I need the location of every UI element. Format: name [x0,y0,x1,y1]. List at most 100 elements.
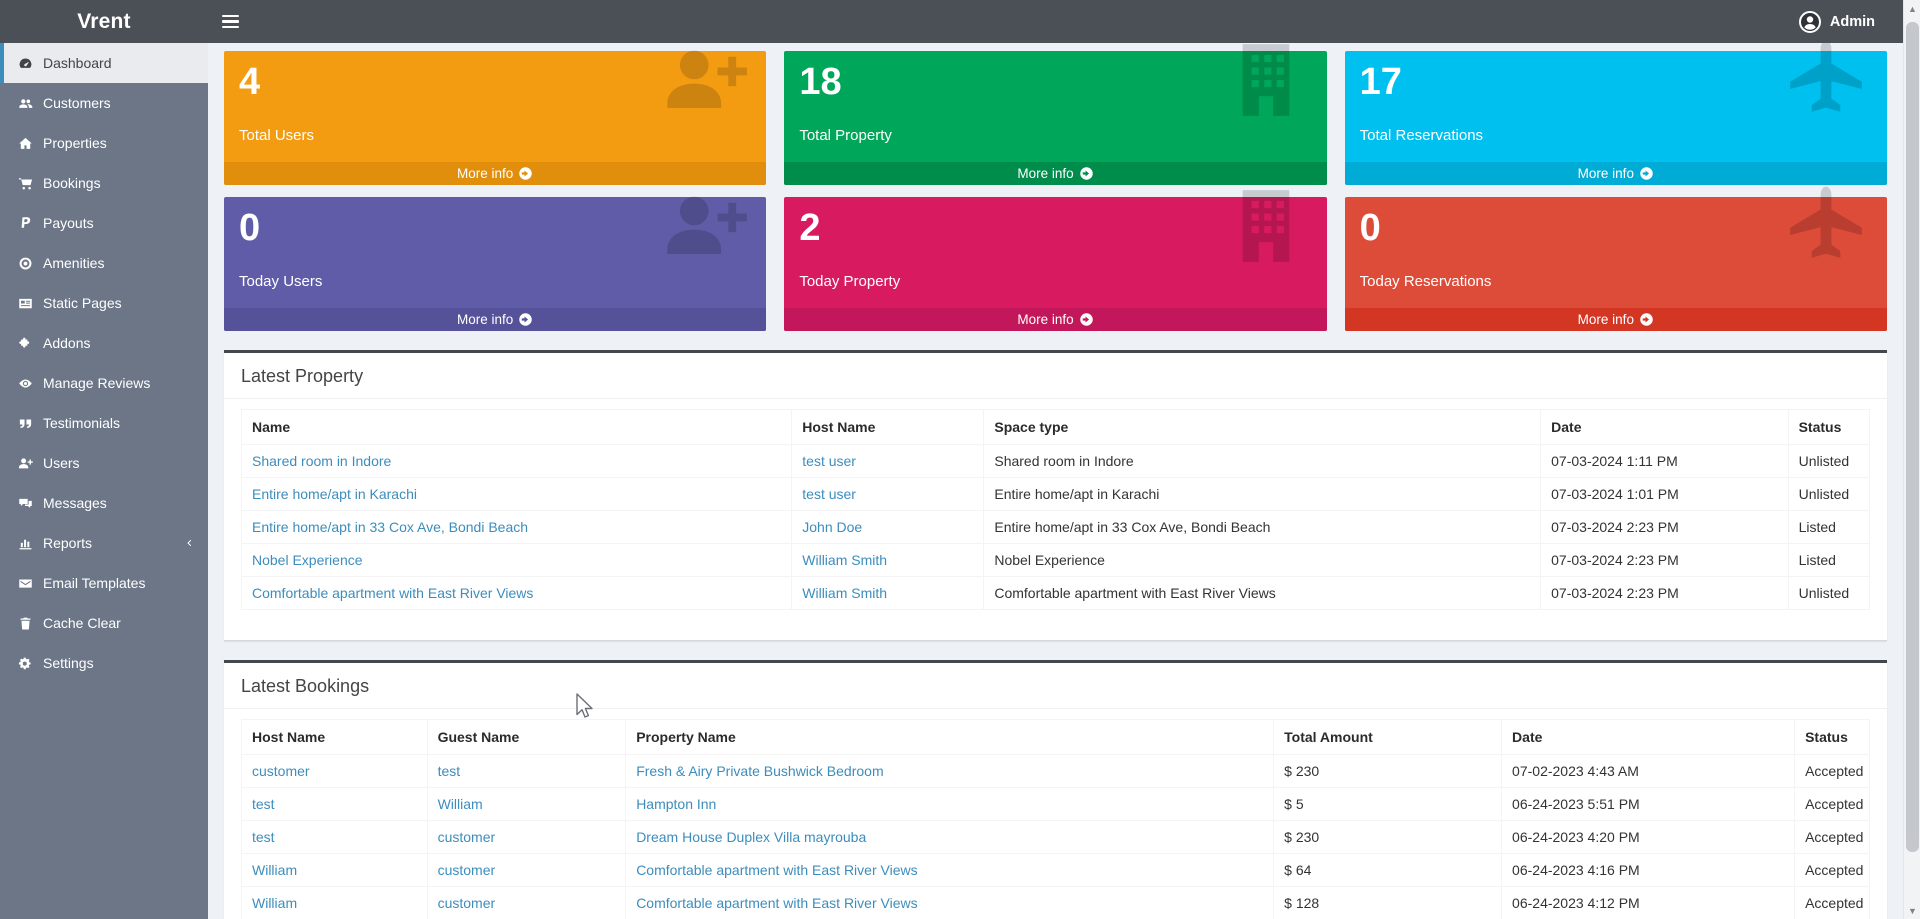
column-header: Property Name [626,720,1274,755]
column-header: Host Name [792,410,984,445]
sidebar-item-reports[interactable]: Reports [0,523,208,563]
amount-cell: $ 230 [1274,821,1502,854]
table-row: William customer Comfortable apartment w… [242,887,1870,919]
latest-bookings-table: Host Name Guest Name Property Name Total… [241,719,1870,919]
info-box-today-reservations: 0Today Reservations More info [1345,197,1887,331]
user-menu[interactable]: Admin [1770,0,1903,43]
host-name-link[interactable]: William [252,895,297,911]
latest-property-panel: Latest Property Name Host Name Space typ… [224,350,1887,641]
sidebar-item-messages[interactable]: Messages [0,483,208,523]
scroll-up-arrow-icon[interactable]: ▲ [1904,0,1920,17]
sidebar-item-payouts[interactable]: Payouts [0,203,208,243]
status-cell: Accepted [1795,788,1870,821]
date-cell: 07-03-2024 2:23 PM [1541,511,1788,544]
date-cell: 07-03-2024 1:01 PM [1541,478,1788,511]
quote-icon [17,416,34,431]
host-name-link[interactable]: test [252,829,275,845]
property-name-link[interactable]: Entire home/apt in Karachi [252,486,417,502]
table-row: William customer Comfortable apartment w… [242,854,1870,887]
sidebar-item-cache-clear[interactable]: Cache Clear [0,603,208,643]
property-name-link[interactable]: Shared room in Indore [252,453,391,469]
property-name-link[interactable]: Comfortable apartment with East River Vi… [636,895,917,911]
amount-cell: $ 5 [1274,788,1502,821]
sidebar-item-static-pages[interactable]: Static Pages [0,283,208,323]
sidebar-item-settings[interactable]: Settings [0,643,208,683]
info-box-label: Total Property [799,127,1311,144]
sidebar-item-addons[interactable]: Addons [0,323,208,363]
vertical-scrollbar[interactable]: ▲ ▼ [1903,0,1920,919]
sidebar-item-amenities[interactable]: Amenities [0,243,208,283]
sidebar-item-users[interactable]: Users [0,443,208,483]
space-type-cell: Entire home/apt in 33 Cox Ave, Bondi Bea… [984,511,1541,544]
eye-icon [17,376,34,391]
table-row: Nobel Experience William Smith Nobel Exp… [242,544,1870,577]
sidebar-item-properties[interactable]: Properties [0,123,208,163]
table-header-row: Host Name Guest Name Property Name Total… [242,720,1870,755]
cogs-icon [17,656,34,671]
property-name-link[interactable]: Hampton Inn [636,796,716,812]
more-info-link[interactable]: More info [1345,162,1887,185]
scrollbar-thumb[interactable] [1906,22,1919,852]
property-name-link[interactable]: Fresh & Airy Private Bushwick Bedroom [636,763,883,779]
host-name-link[interactable]: test user [802,486,856,502]
space-type-cell: Comfortable apartment with East River Vi… [984,577,1541,610]
host-name-link[interactable]: William Smith [802,585,887,601]
column-header: Guest Name [427,720,626,755]
guest-name-link[interactable]: customer [438,862,496,878]
sidebar-item-bookings[interactable]: Bookings [0,163,208,203]
property-name-link[interactable]: Dream House Duplex Villa mayrouba [636,829,866,845]
host-name-link[interactable]: William Smith [802,552,887,568]
guest-name-link[interactable]: William [438,796,483,812]
sidebar-item-label: Manage Reviews [43,375,150,391]
status-cell: Listed [1788,511,1869,544]
host-name-link[interactable]: test [252,796,275,812]
more-info-link[interactable]: More info [224,308,766,331]
more-info-link[interactable]: More info [1345,308,1887,331]
date-cell: 06-24-2023 4:12 PM [1502,887,1795,919]
guest-name-link[interactable]: customer [438,829,496,845]
host-name-link[interactable]: William [252,862,297,878]
sidebar-item-manage-reviews[interactable]: Manage Reviews [0,363,208,403]
arrow-circle-right-icon [518,312,533,327]
sidebar-item-label: Bookings [43,175,101,191]
more-info-link[interactable]: More info [224,162,766,185]
scroll-down-arrow-icon[interactable]: ▼ [1904,902,1920,919]
arrow-circle-right-icon [1079,312,1094,327]
user-avatar-icon [1798,10,1822,34]
brand-logo[interactable]: Vrent [0,0,208,43]
host-name-link[interactable]: John Doe [802,519,862,535]
table-header-row: Name Host Name Space type Date Status [242,410,1870,445]
date-cell: 06-24-2023 4:16 PM [1502,854,1795,887]
date-cell: 07-02-2023 4:43 AM [1502,755,1795,788]
sidebar-item-customers[interactable]: Customers [0,83,208,123]
guest-name-link[interactable]: customer [438,895,496,911]
more-info-link[interactable]: More info [784,308,1326,331]
sidebar-item-testimonials[interactable]: Testimonials [0,403,208,443]
sidebar-item-email-templates[interactable]: Email Templates [0,563,208,603]
amount-cell: $ 64 [1274,854,1502,887]
status-cell: Listed [1788,544,1869,577]
sidebar-toggle-button[interactable] [208,0,252,43]
property-name-link[interactable]: Comfortable apartment with East River Vi… [252,585,533,601]
sidebar-item-label: Amenities [43,255,104,271]
info-box-label: Total Users [239,127,751,144]
date-cell: 07-03-2024 1:11 PM [1541,445,1788,478]
sidebar-item-label: Settings [43,655,94,671]
property-name-link[interactable]: Comfortable apartment with East River Vi… [636,862,917,878]
table-row: Entire home/apt in 33 Cox Ave, Bondi Bea… [242,511,1870,544]
host-name-link[interactable]: customer [252,763,310,779]
top-navbar: Vrent Admin [0,0,1903,43]
property-name-link[interactable]: Nobel Experience [252,552,363,568]
trash-icon [17,616,34,631]
host-name-link[interactable]: test user [802,453,856,469]
panel-title: Latest Property [224,353,1887,399]
sidebar-item-label: Static Pages [43,295,122,311]
sidebar-item-dashboard[interactable]: Dashboard [0,43,208,83]
arrow-circle-right-icon [1639,312,1654,327]
date-cell: 06-24-2023 5:51 PM [1502,788,1795,821]
info-box-total-property: 18Total Property More info [784,51,1326,185]
guest-name-link[interactable]: test [438,763,461,779]
more-info-link[interactable]: More info [784,162,1326,185]
property-name-link[interactable]: Entire home/apt in 33 Cox Ave, Bondi Bea… [252,519,528,535]
main-content: 4Total Users More info 18Total Property … [208,43,1903,919]
